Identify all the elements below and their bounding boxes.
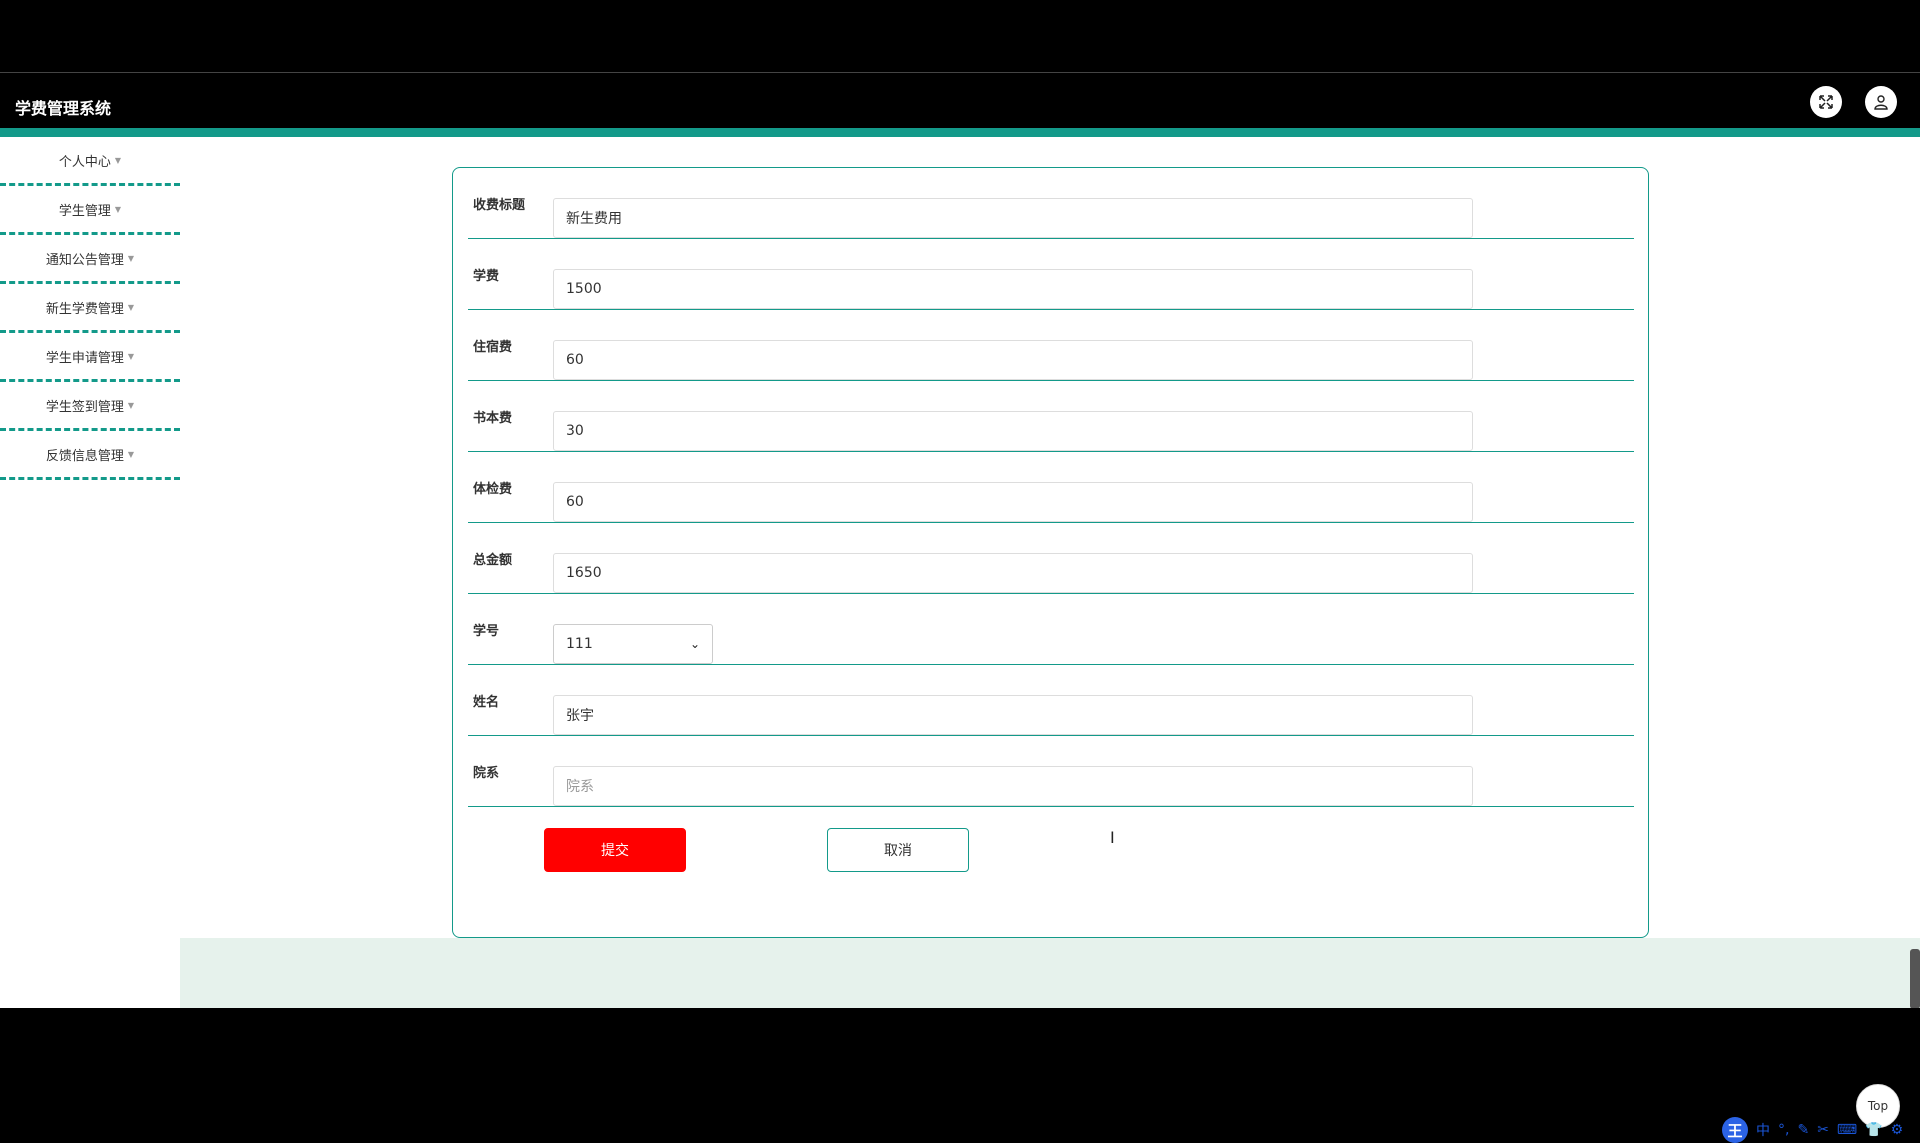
header-accent-bar [0, 128, 1920, 137]
sidebar-item-feedback-management[interactable]: 反馈信息管理 ▼ [0, 431, 180, 480]
form-row-student-id: 学号 111 ⌄ [468, 594, 1634, 665]
shirt-icon[interactable]: 👕 [1865, 1122, 1882, 1138]
sidebar-item-label: 个人中心 [58, 154, 111, 170]
department-input[interactable]: 院系 [553, 766, 1473, 806]
sidebar-item-label: 学生申请管理 [45, 350, 124, 366]
caret-down-icon: ▼ [114, 204, 122, 214]
dorm-fee-input[interactable]: 60 [553, 340, 1473, 380]
expand-arrows-icon [1819, 95, 1833, 109]
caret-down-icon: ▼ [127, 449, 135, 459]
sidebar-item-checkin-management[interactable]: 学生签到管理 ▼ [0, 382, 180, 431]
footer-area [180, 938, 1920, 1008]
book-fee-input[interactable]: 30 [553, 411, 1473, 451]
sidebar-item-personal-center[interactable]: 个人中心 ▼ [0, 137, 180, 186]
sidebar-item-notice-management[interactable]: 通知公告管理 ▼ [0, 235, 180, 284]
form-row-dorm: 住宿费 60 [468, 310, 1634, 381]
submit-button[interactable]: 提交 [544, 828, 686, 872]
fee-form: 收费标题 新生费用 学费 1500 住宿费 60 书本费 30 体检费 60 总… [452, 167, 1649, 938]
field-label: 姓名 [473, 694, 500, 710]
field-label: 院系 [473, 765, 500, 781]
tuition-input[interactable]: 1500 [553, 269, 1473, 309]
pen-icon[interactable]: ✎ [1797, 1122, 1809, 1138]
student-id-select[interactable]: 111 ⌄ [553, 624, 713, 664]
sidebar-item-label: 学生签到管理 [45, 399, 124, 415]
page-body: 个人中心 ▼ 学生管理 ▼ 通知公告管理 ▼ 新生学费管理 ▼ 学生申请管理 ▼ 学生签到… [0, 137, 1920, 1143]
chevron-down-icon: ⌄ [689, 637, 700, 651]
student-id-selected-value: 111 [566, 636, 593, 652]
cancel-button[interactable]: 取消 [827, 828, 969, 872]
field-label: 书本费 [473, 410, 513, 426]
name-input[interactable]: 张宇 [553, 695, 1473, 735]
sidebar-item-label: 学生管理 [58, 203, 111, 219]
caret-down-icon: ▼ [127, 253, 135, 263]
scrollbar-handle[interactable] [1910, 949, 1920, 1009]
sidebar-item-student-management[interactable]: 学生管理 ▼ [0, 186, 180, 235]
caret-down-icon: ▼ [127, 302, 135, 312]
field-label: 学费 [473, 268, 500, 284]
sidebar-item-tuition-management[interactable]: 新生学费管理 ▼ [0, 284, 180, 333]
user-icon [1874, 95, 1888, 110]
user-button[interactable] [1865, 86, 1897, 118]
field-label: 学号 [473, 623, 500, 639]
total-amount-input[interactable]: 1650 [553, 553, 1473, 593]
scissors-icon[interactable]: ✂ [1817, 1122, 1829, 1138]
form-row-exam: 体检费 60 [468, 452, 1634, 523]
field-label: 体检费 [473, 481, 513, 497]
sidebar-item-label: 反馈信息管理 [45, 448, 124, 464]
form-row-name: 姓名 张宇 [468, 665, 1634, 736]
sidebar: 个人中心 ▼ 学生管理 ▼ 通知公告管理 ▼ 新生学费管理 ▼ 学生申请管理 ▼ 学生签到… [0, 137, 180, 480]
fullscreen-button[interactable] [1810, 86, 1842, 118]
sidebar-item-label: 新生学费管理 [45, 301, 124, 317]
app-header: 学费管理系统 [0, 73, 1920, 128]
punctuation-icon[interactable]: °, [1778, 1122, 1789, 1138]
caret-down-icon: ▼ [127, 351, 135, 361]
window-top-strip [0, 0, 1920, 73]
keyboard-icon[interactable]: ⌨ [1837, 1122, 1857, 1138]
field-label: 收费标题 [473, 197, 526, 213]
form-row-department: 院系 院系 [468, 736, 1634, 807]
caret-down-icon: ▼ [114, 155, 122, 165]
sidebar-item-application-management[interactable]: 学生申请管理 ▼ [0, 333, 180, 382]
caret-down-icon: ▼ [127, 400, 135, 410]
window-bottom-strip [0, 1008, 1920, 1080]
form-row-title: 收费标题 新生费用 [468, 168, 1634, 239]
app-title: 学费管理系统 [15, 99, 112, 118]
form-row-total: 总金额 1650 [468, 523, 1634, 594]
form-row-tuition: 学费 1500 [468, 239, 1634, 310]
fee-title-input[interactable]: 新生费用 [553, 198, 1473, 238]
ime-toolbar: 王 中 °, ✎ ✂ ⌨ 👕 ⚙ [1722, 1117, 1903, 1143]
gear-icon[interactable]: ⚙ [1891, 1122, 1904, 1138]
exam-fee-input[interactable]: 60 [553, 482, 1473, 522]
sidebar-item-label: 通知公告管理 [45, 252, 124, 268]
field-label: 住宿费 [473, 339, 513, 355]
field-label: 总金额 [473, 552, 513, 568]
form-row-books: 书本费 30 [468, 381, 1634, 452]
ime-logo-icon[interactable]: 王 [1722, 1117, 1748, 1143]
ime-mode-toggle[interactable]: 中 [1756, 1120, 1770, 1140]
text-cursor-icon: I [1110, 828, 1115, 847]
